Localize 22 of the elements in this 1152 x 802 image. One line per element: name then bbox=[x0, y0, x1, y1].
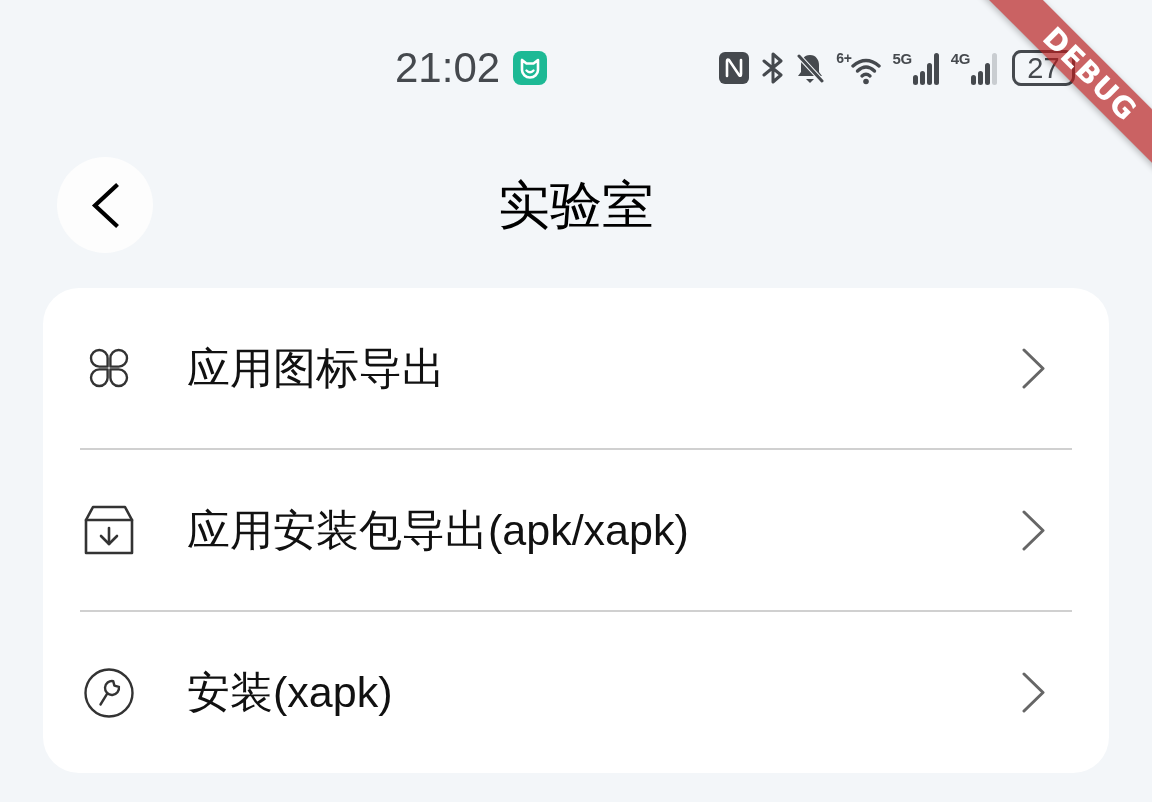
chevron-right-icon bbox=[1022, 509, 1045, 551]
chevron-right-icon bbox=[1022, 347, 1045, 389]
chevron-left-icon bbox=[91, 182, 119, 228]
page-title: 实验室 bbox=[498, 179, 654, 231]
box-download-icon bbox=[84, 505, 134, 555]
network-type-label: 4G bbox=[950, 51, 970, 66]
menu-item[interactable]: 安装(xapk) bbox=[43, 612, 1109, 773]
wifi-icon bbox=[851, 57, 882, 85]
muted-bell-icon bbox=[796, 52, 825, 84]
menu-item[interactable]: 应用图标导出 bbox=[43, 288, 1109, 448]
menu-item[interactable]: 应用安装包导出(apk/xapk) bbox=[43, 450, 1109, 610]
clock-time: 21:02 bbox=[395, 47, 501, 89]
signal-bars-icon bbox=[971, 53, 998, 85]
wifi-standard-label: 6+ bbox=[836, 51, 852, 65]
wrench-circle-icon bbox=[84, 667, 134, 718]
four-petal-icon bbox=[89, 348, 129, 388]
signal-bars-icon bbox=[912, 53, 940, 85]
cat-head-icon bbox=[513, 51, 548, 85]
network-type-label: 5G bbox=[892, 51, 912, 66]
nfc-icon bbox=[719, 52, 750, 84]
bluetooth-icon bbox=[762, 52, 785, 84]
chevron-right-icon bbox=[1022, 672, 1045, 713]
